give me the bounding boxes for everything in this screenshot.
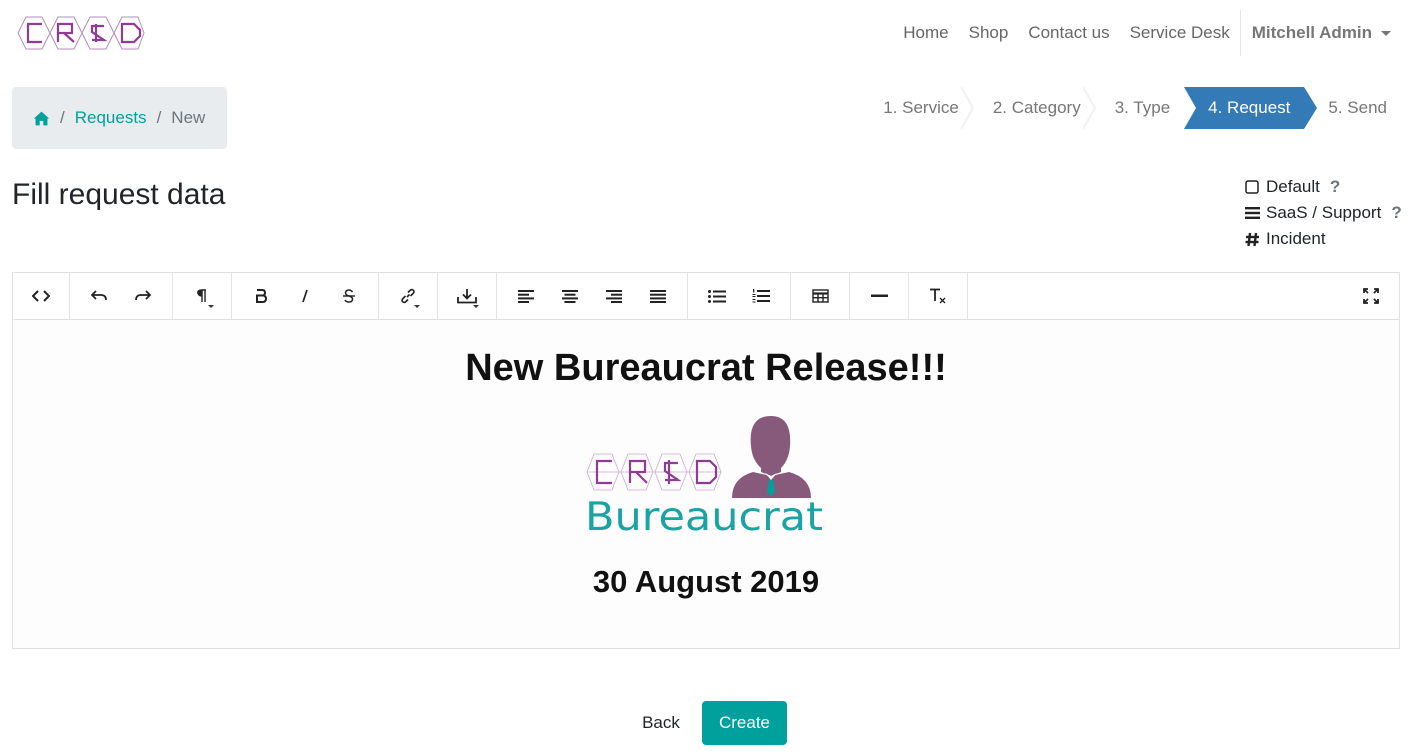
editor-toolbar	[13, 273, 1399, 320]
italic-icon	[302, 289, 308, 303]
option-label: SaaS / Support	[1266, 203, 1382, 222]
option-saas-support[interactable]: SaaS / Support ?	[1244, 200, 1402, 226]
nav-contact-us[interactable]: Contact us	[1018, 0, 1119, 66]
align-right-button[interactable]	[592, 273, 636, 319]
expand-icon	[1363, 288, 1379, 304]
option-incident[interactable]: Incident	[1244, 226, 1402, 252]
option-label: Default	[1266, 177, 1320, 196]
create-button[interactable]: Create	[702, 701, 787, 745]
help-icon[interactable]: ?	[1391, 203, 1401, 223]
numbered-list-button[interactable]	[739, 273, 783, 319]
request-classification: Default ? SaaS / Support ? Incident	[1244, 174, 1402, 252]
insert-media-button[interactable]	[445, 273, 489, 319]
clear-format-button[interactable]	[916, 273, 960, 319]
italic-button[interactable]	[283, 273, 327, 319]
breadcrumb-requests[interactable]: Requests	[75, 108, 147, 128]
hashtag-icon	[1244, 231, 1260, 247]
dropdown-caret-icon	[414, 305, 420, 308]
option-default[interactable]: Default ?	[1244, 174, 1402, 200]
align-right-icon	[606, 289, 622, 303]
strikethrough-button[interactable]	[327, 273, 371, 319]
download-icon	[457, 289, 477, 304]
insert-table-button[interactable]	[798, 273, 842, 319]
step-request[interactable]: 4. Request	[1184, 87, 1318, 129]
caret-down-icon	[1381, 30, 1391, 36]
code-icon	[32, 290, 50, 302]
link-icon	[401, 288, 415, 304]
table-icon	[811, 289, 829, 303]
step-send[interactable]: 5. Send	[1316, 87, 1399, 129]
editor-content[interactable]: New Bureaucrat Release!!! Bureaucrat 30 …	[13, 320, 1399, 648]
bold-button[interactable]	[239, 273, 283, 319]
step-service[interactable]: 1. Service	[871, 87, 974, 129]
justify-button[interactable]	[636, 273, 680, 319]
rich-text-editor: New Bureaucrat Release!!! Bureaucrat 30 …	[12, 272, 1400, 649]
minus-icon	[870, 294, 888, 297]
redo-icon	[135, 290, 151, 301]
bulleted-list-button[interactable]	[695, 273, 739, 319]
breadcrumb-separator: /	[60, 108, 65, 127]
dropdown-caret-icon	[208, 305, 214, 308]
back-button[interactable]: Back	[628, 701, 694, 745]
bold-icon	[256, 289, 267, 303]
clear-format-icon	[930, 288, 946, 304]
nav-service-desk[interactable]: Service Desk	[1120, 0, 1240, 66]
align-left-icon	[518, 289, 534, 303]
bars-icon	[1244, 205, 1260, 221]
align-center-icon	[562, 289, 578, 303]
breadcrumb-new: New	[171, 108, 206, 127]
list-ol-icon	[752, 289, 770, 303]
square-icon	[1244, 179, 1260, 195]
nav-shop[interactable]: Shop	[959, 0, 1019, 66]
page-title: Fill request data	[12, 178, 226, 211]
breadcrumb: / Requests / New	[12, 87, 227, 149]
step-category[interactable]: 2. Category	[971, 87, 1096, 129]
align-justify-icon	[650, 289, 666, 303]
user-menu[interactable]: Mitchell Admin	[1241, 23, 1411, 43]
undo-icon	[91, 290, 107, 301]
undo-button[interactable]	[77, 273, 121, 319]
user-name: Mitchell Admin	[1251, 23, 1372, 42]
paragraph-style-button[interactable]	[180, 273, 224, 319]
paragraph-icon	[197, 289, 206, 302]
fullscreen-button[interactable]	[1349, 273, 1393, 319]
code-view-button[interactable]	[19, 273, 63, 319]
release-heading: New Bureaucrat Release!!!	[465, 347, 947, 389]
strikethrough-icon	[343, 289, 355, 303]
option-label: Incident	[1266, 229, 1326, 248]
nav-home[interactable]: Home	[893, 0, 958, 66]
dropdown-caret-icon	[473, 305, 479, 308]
list-ul-icon	[708, 289, 726, 303]
redo-button[interactable]	[121, 273, 165, 319]
wizard-steps: 1. Service 2. Category 3. Type 4. Reques…	[871, 87, 1399, 129]
step-type[interactable]: 3. Type	[1093, 87, 1184, 129]
home-icon[interactable]	[33, 110, 50, 127]
bureaucrat-wordmark: Bureaucrat	[585, 495, 823, 536]
align-center-button[interactable]	[548, 273, 592, 319]
company-logo[interactable]	[16, 14, 146, 52]
align-left-button[interactable]	[504, 273, 548, 319]
help-icon[interactable]: ?	[1330, 177, 1340, 197]
horizontal-rule-button[interactable]	[857, 273, 901, 319]
release-date: 30 August 2019	[592, 564, 820, 599]
top-navbar: Home Shop Contact us Service Desk Mitche…	[0, 0, 1411, 66]
insert-link-button[interactable]	[386, 273, 430, 319]
breadcrumb-separator: /	[156, 108, 162, 127]
bureaucrat-logo-image: Bureaucrat	[585, 416, 823, 536]
form-actions: Back Create	[0, 701, 1411, 745]
